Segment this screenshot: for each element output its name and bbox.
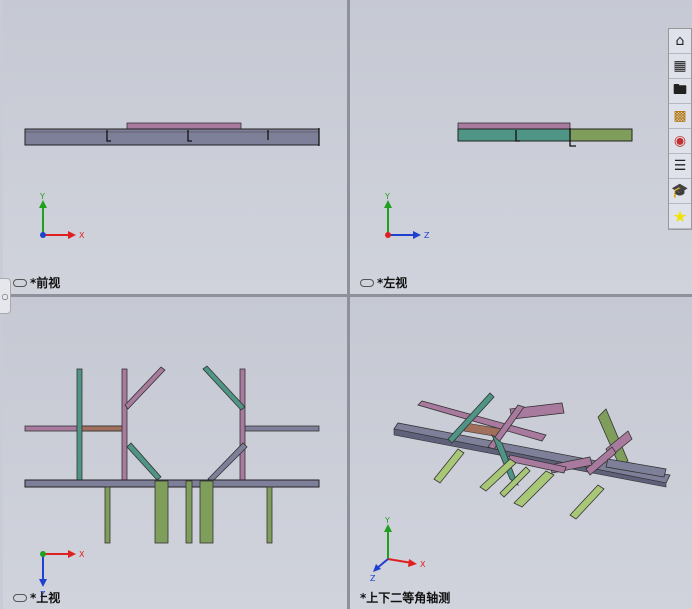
axis-x-label: X — [420, 560, 426, 569]
axis-z-label: Z — [424, 231, 430, 240]
axis-x-label: X — [79, 550, 85, 559]
design-library-icon[interactable]: ▦ — [669, 54, 691, 79]
link-icon — [13, 278, 27, 287]
viewport-left[interactable]: Y Z *左视 — [350, 0, 692, 294]
custom-properties-icon[interactable]: ☰ — [669, 154, 691, 179]
tutorial-icon[interactable]: 🎓 — [669, 179, 691, 204]
view-name: *上视 — [30, 591, 61, 605]
view-label: *上下二等角轴测 — [360, 589, 450, 606]
axis-z-label: Z — [370, 574, 376, 583]
viewport-front[interactable]: Y X *前视 — [3, 0, 347, 294]
view-name: *左视 — [377, 276, 408, 290]
axis-y-label: Y — [384, 517, 390, 525]
task-pane-tabs: ⌂ ▦ 🖿 ▩ ◉ ☰ 🎓 ★ — [668, 28, 692, 230]
axis-triad: Y X Z — [370, 517, 426, 583]
view-palette-icon[interactable]: ▩ — [669, 104, 691, 129]
appearances-icon[interactable]: ◉ — [669, 129, 691, 154]
viewport-isometric[interactable]: Y X Z *上下二等角轴测 — [350, 297, 692, 609]
view-label: *上视 — [13, 589, 60, 606]
axis-y-label: Y — [384, 192, 390, 201]
axis-x-label: X — [79, 231, 85, 240]
view-label: *左视 — [360, 274, 407, 291]
axis-y-label: Y — [39, 192, 45, 201]
home-icon[interactable]: ⌂ — [669, 29, 691, 54]
favorites-star-icon[interactable]: ★ — [669, 204, 691, 229]
link-icon — [13, 593, 27, 602]
viewport-top[interactable]: X Z *上视 — [3, 297, 347, 609]
axis-triad: Y X — [39, 192, 85, 240]
axis-triad: Y Z — [384, 192, 430, 240]
panel-collapse-handle[interactable]: ○ — [0, 278, 11, 314]
viewport-splitter-vertical[interactable] — [347, 0, 350, 609]
file-explorer-icon[interactable]: 🖿 — [669, 79, 691, 104]
link-icon — [360, 278, 374, 287]
viewport-splitter-horizontal[interactable] — [0, 294, 692, 297]
view-name: *前视 — [30, 276, 61, 290]
view-label: *前视 — [13, 274, 60, 291]
view-name: *上下二等角轴测 — [360, 591, 451, 605]
